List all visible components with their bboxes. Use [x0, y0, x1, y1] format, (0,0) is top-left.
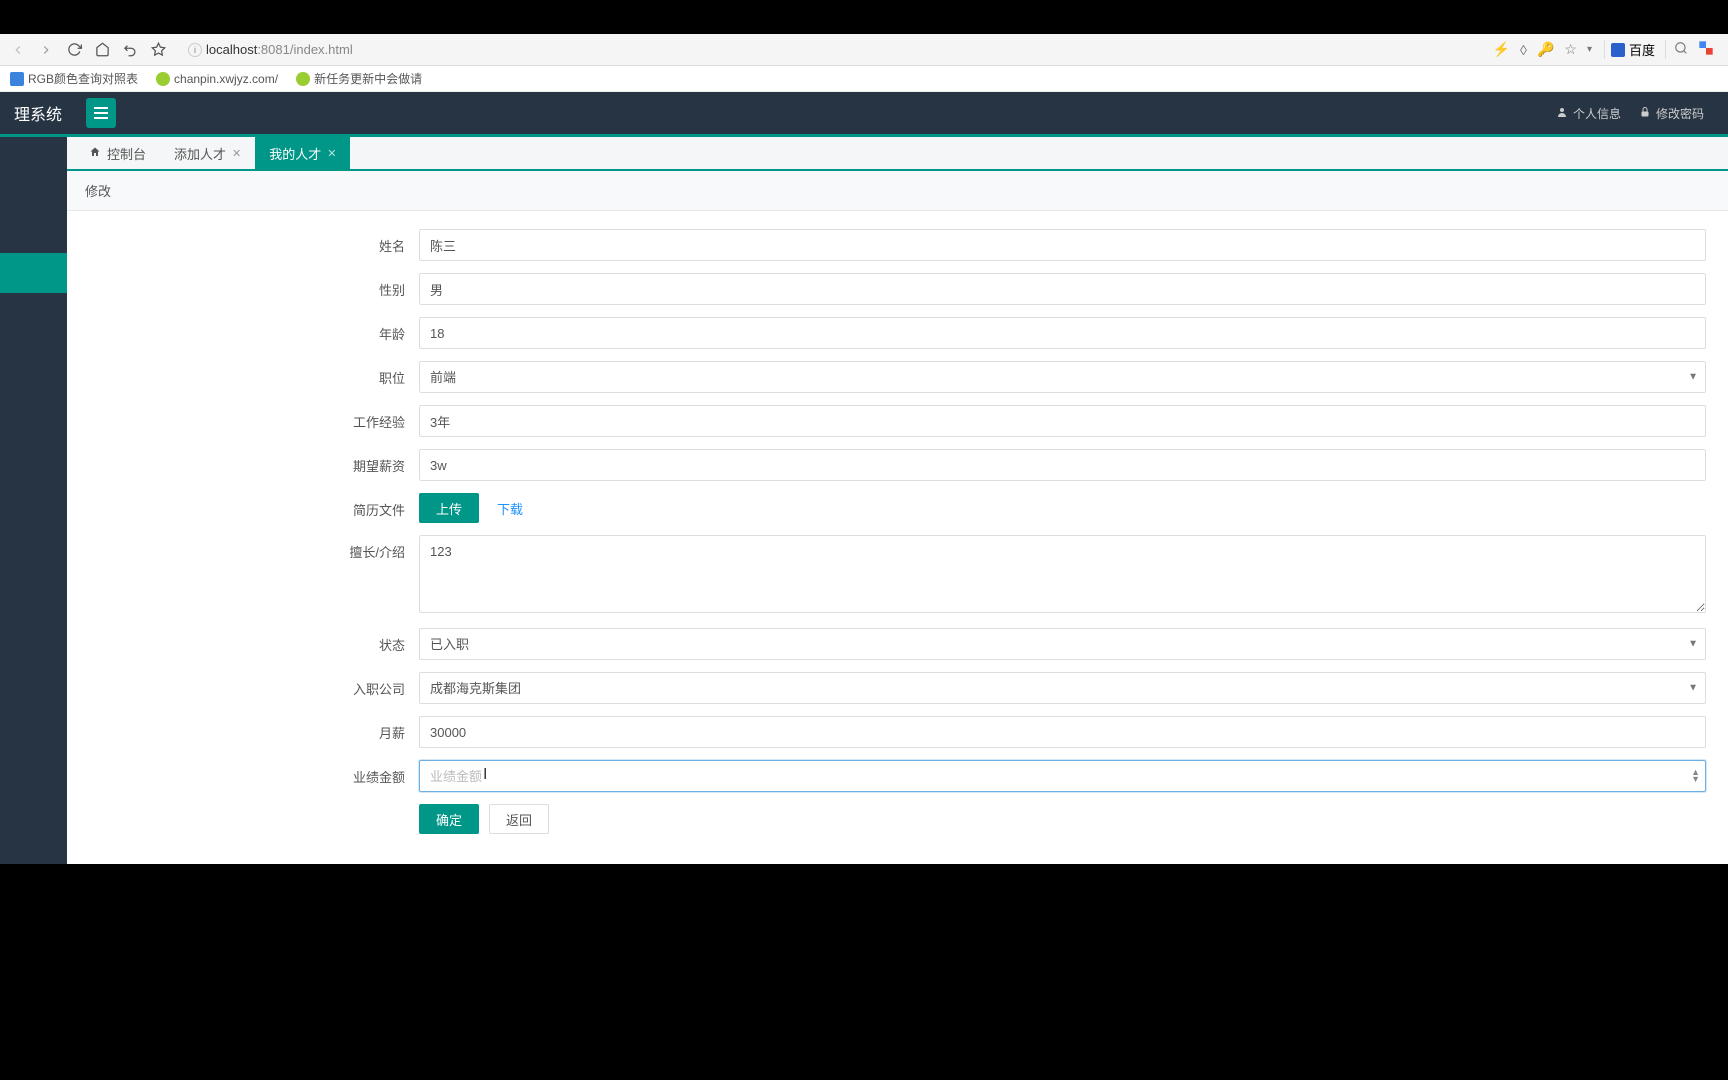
intro-textarea[interactable] — [419, 535, 1706, 613]
back-button[interactable] — [6, 38, 30, 62]
name-label: 姓名 — [89, 229, 419, 255]
key-icon[interactable]: 🔑 — [1537, 41, 1554, 58]
performance-label: 业绩金额 — [89, 760, 419, 786]
company-label: 入职公司 — [89, 672, 419, 698]
gender-input[interactable] — [419, 273, 1706, 305]
tab-console[interactable]: 控制台 — [75, 137, 160, 169]
status-select[interactable]: 已入职 — [419, 628, 1706, 660]
tab-bar: 控制台 添加人才 ✕ 我的人才 ✕ — [67, 137, 1728, 171]
experience-input[interactable] — [419, 405, 1706, 437]
lightning-icon[interactable]: ⚡ — [1493, 41, 1510, 58]
menu-toggle-button[interactable] — [86, 98, 116, 128]
form-panel: 修改 姓名 性别 年龄 — [67, 171, 1728, 864]
letterbox-bottom — [0, 864, 1728, 1080]
search-icon[interactable] — [1674, 41, 1688, 58]
profile-label: 个人信息 — [1573, 105, 1621, 122]
header-right: 个人信息 修改密码 — [1556, 105, 1728, 122]
tab-label: 控制台 — [107, 144, 146, 163]
content: 控制台 添加人才 ✕ 我的人才 ✕ 修改 姓名 — [67, 137, 1728, 864]
lock-icon — [1639, 106, 1651, 121]
bookmark-rgb[interactable]: RGB颜色查询对照表 — [10, 70, 138, 87]
search-engine-label: 百度 — [1629, 40, 1655, 59]
bookmark-icon — [156, 72, 170, 86]
url-bar[interactable]: i localhost:8081/index.html — [180, 37, 1483, 63]
home-button[interactable] — [90, 38, 114, 62]
spacer — [89, 804, 419, 811]
monthly-salary-label: 月薪 — [89, 716, 419, 742]
bookmark-label: chanpin.xwjyz.com/ — [174, 72, 278, 86]
baidu-logo-icon — [1611, 43, 1625, 57]
tab-my-talent[interactable]: 我的人才 ✕ — [255, 137, 350, 169]
star-icon[interactable]: ☆ — [1564, 41, 1577, 58]
age-input[interactable] — [419, 317, 1706, 349]
close-icon[interactable]: ✕ — [327, 147, 336, 160]
experience-label: 工作经验 — [89, 405, 419, 431]
status-label: 状态 — [89, 628, 419, 654]
main-area: 控制台 添加人才 ✕ 我的人才 ✕ 修改 姓名 — [0, 137, 1728, 864]
bookmark-label: 新任务更新中会做请 — [314, 70, 422, 87]
bookmark-label: RGB颜色查询对照表 — [28, 70, 138, 87]
letterbox-top — [0, 0, 1728, 34]
age-label: 年龄 — [89, 317, 419, 343]
reload-button[interactable] — [62, 38, 86, 62]
translate-icon[interactable] — [1698, 40, 1714, 59]
password-label: 修改密码 — [1656, 105, 1704, 122]
profile-link[interactable]: 个人信息 — [1556, 105, 1621, 122]
app-header: 理系统 个人信息 修改密码 — [0, 92, 1728, 134]
undo-button[interactable] — [118, 38, 142, 62]
resume-label: 简历文件 — [89, 493, 419, 519]
info-icon: i — [188, 43, 202, 57]
salary-expect-input[interactable] — [419, 449, 1706, 481]
password-link[interactable]: 修改密码 — [1639, 105, 1704, 122]
toolbar-icons: ⚡ ◊ 🔑 ☆ ▾ — [1493, 41, 1600, 58]
position-select[interactable]: 前端 — [419, 361, 1706, 393]
sidebar-item-active[interactable] — [0, 253, 67, 293]
close-icon[interactable]: ✕ — [232, 147, 241, 160]
bookmark-icon — [10, 72, 24, 86]
company-select[interactable]: 成都海克斯集团 — [419, 672, 1706, 704]
bookmark-chanpin[interactable]: chanpin.xwjyz.com/ — [156, 72, 278, 86]
question-icon[interactable]: ◊ — [1520, 42, 1527, 58]
performance-input[interactable] — [419, 760, 1706, 792]
url-host: localhost — [206, 42, 257, 57]
name-input[interactable] — [419, 229, 1706, 261]
back-button[interactable]: 返回 — [489, 804, 549, 834]
user-icon — [1556, 106, 1568, 121]
download-link[interactable]: 下载 — [497, 499, 523, 518]
home-icon — [89, 146, 101, 161]
gender-label: 性别 — [89, 273, 419, 299]
app-logo: 理系统 — [0, 92, 76, 134]
bookmark-icon — [296, 72, 310, 86]
salary-expect-label: 期望薪资 — [89, 449, 419, 475]
url-path: /index.html — [290, 42, 353, 57]
submit-button[interactable]: 确定 — [419, 804, 479, 834]
bookmark-star-button[interactable] — [146, 38, 170, 62]
panel-body: 姓名 性别 年龄 — [67, 211, 1728, 864]
position-label: 职位 — [89, 361, 419, 387]
monthly-salary-input[interactable] — [419, 716, 1706, 748]
intro-label: 擅长/介绍 — [89, 535, 419, 561]
browser-nav: i localhost:8081/index.html ⚡ ◊ 🔑 ☆ ▾ 百度 — [0, 34, 1728, 66]
url-port: :8081 — [257, 42, 290, 57]
bookmark-bar: RGB颜色查询对照表 chanpin.xwjyz.com/ 新任务更新中会做请 — [0, 66, 1728, 92]
upload-button[interactable]: 上传 — [419, 493, 479, 523]
tab-add-talent[interactable]: 添加人才 ✕ — [160, 137, 255, 169]
tab-label: 我的人才 — [269, 144, 321, 163]
chevron-down-icon[interactable]: ▾ — [1587, 44, 1592, 55]
bookmark-task[interactable]: 新任务更新中会做请 — [296, 70, 422, 87]
search-engine-selector[interactable]: 百度 — [1604, 40, 1661, 59]
panel-title: 修改 — [67, 171, 1728, 211]
sidebar — [0, 137, 67, 864]
tab-label: 添加人才 — [174, 144, 226, 163]
forward-button[interactable] — [34, 38, 58, 62]
